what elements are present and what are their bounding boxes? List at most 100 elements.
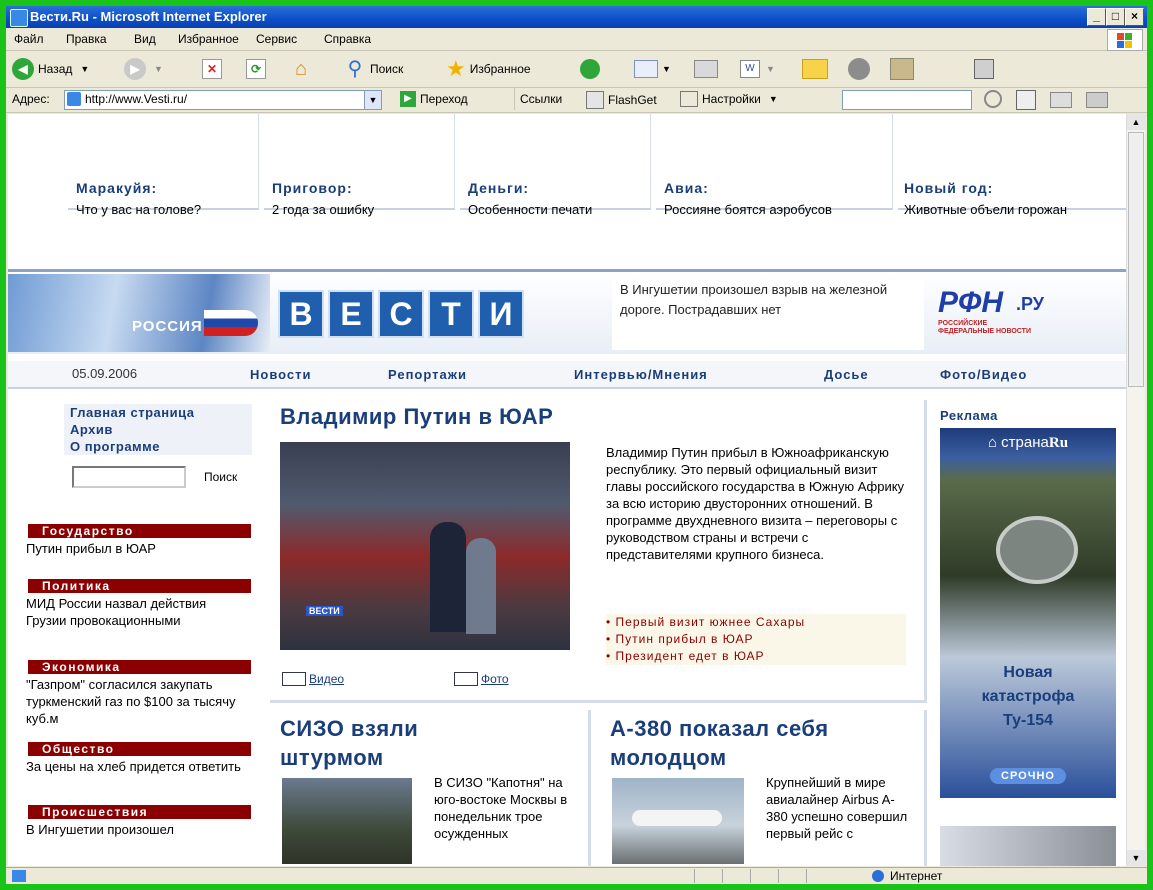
section-head-society[interactable]: Общество (28, 742, 251, 756)
section-text-state[interactable]: Путин прибыл в ЮАР (26, 540, 252, 557)
story-headline-2[interactable]: молодцом (610, 743, 727, 772)
russia-logo[interactable]: РОССИЯ (8, 274, 270, 352)
toolbar-search-input[interactable] (842, 90, 972, 110)
story-headline-2[interactable]: штурмом (280, 743, 384, 772)
site-search-button[interactable]: Поиск (204, 470, 237, 484)
teaser-head[interactable]: Новый год: (904, 180, 993, 196)
bullet-link[interactable]: • Президент едет в ЮАР (606, 648, 906, 665)
favorites-button[interactable]: ★ Избранное (446, 56, 531, 82)
chevron-down-icon[interactable]: ▼ (662, 64, 671, 74)
section-text-politics[interactable]: МИД России назвал действия Грузии провок… (26, 595, 216, 629)
section-text-economy[interactable]: "Газпром" согласился закупать туркменски… (26, 676, 252, 727)
teaser-head[interactable]: Авиа: (664, 180, 709, 196)
section-text-incidents[interactable]: В Ингушетии произошел (26, 821, 252, 838)
teaser-item[interactable]: Деньги: Особенности печати (460, 114, 651, 217)
messenger-button[interactable] (848, 56, 870, 82)
search-button[interactable]: ⚲ Поиск (344, 56, 404, 82)
archive-link[interactable]: Архив (64, 421, 252, 438)
menu-favorites[interactable]: Избранное (178, 32, 239, 46)
teaser-head[interactable]: Деньги: (468, 180, 529, 196)
teaser-text[interactable]: Животные объели горожан (904, 202, 1067, 217)
maximize-button[interactable]: □ (1106, 8, 1125, 26)
section-text-society[interactable]: За цены на хлеб придется ответить (26, 758, 252, 775)
bullet-link[interactable]: • Путин прибыл в ЮАР (606, 631, 906, 648)
photo-link[interactable]: Фото (454, 672, 509, 686)
section-head-politics[interactable]: Политика (28, 579, 251, 593)
section-head-economy[interactable]: Экономика (28, 660, 251, 674)
video-label[interactable]: Видео (309, 672, 344, 686)
teaser-text[interactable]: Особенности печати (468, 202, 592, 217)
grid-icon[interactable] (1016, 90, 1036, 110)
mail-button[interactable]: ▼ (634, 56, 671, 82)
bullet-text[interactable]: Первый визит южнее Сахары (616, 615, 806, 629)
edit-button[interactable]: W ▼ (740, 56, 775, 82)
chevron-down-icon[interactable]: ▼ (80, 64, 89, 74)
refresh-button[interactable]: ⟳ (246, 56, 266, 82)
forward-button[interactable]: ▶ ▼ (124, 56, 163, 82)
links-label[interactable]: Ссылки (520, 92, 562, 106)
vesti-logo[interactable]: В Е С Т И (278, 290, 524, 338)
scroll-up-icon[interactable]: ▲ (1127, 114, 1145, 130)
chevron-down-icon[interactable]: ▼ (769, 94, 778, 104)
home-link[interactable]: Главная страница (64, 404, 252, 421)
printer-icon[interactable] (1086, 92, 1108, 108)
home-button[interactable]: ⌂ (290, 56, 312, 82)
teaser-text[interactable]: Что у вас на голове? (76, 202, 201, 217)
scroll-thumb[interactable] (1128, 132, 1144, 387)
story-headline[interactable]: СИЗО взяли (280, 714, 418, 743)
window-icon[interactable] (1050, 92, 1072, 108)
story-headline[interactable]: A-380 показал себя (610, 714, 829, 743)
nav-interviews[interactable]: Интервью/Мнения (574, 367, 708, 382)
teaser-head[interactable]: Приговор: (272, 180, 353, 196)
chevron-down-icon[interactable]: ▼ (766, 64, 775, 74)
close-button[interactable]: × (1125, 8, 1144, 26)
settings-button[interactable]: Настройки ▼ (680, 91, 778, 107)
menu-edit[interactable]: Правка (66, 32, 107, 46)
section-head-incidents[interactable]: Происшествия (28, 805, 251, 819)
extra-button[interactable] (974, 56, 994, 82)
bullet-text[interactable]: Путин прибыл в ЮАР (616, 632, 754, 646)
rfn-logo[interactable]: РФН .РУ РОССИЙСКИЕ ФЕДЕРАЛЬНЫЕ НОВОСТИ (938, 286, 1088, 338)
print-button[interactable] (694, 56, 718, 82)
menu-file[interactable]: Файл (14, 32, 44, 46)
teaser-item[interactable]: Авиа: Россияне боятся аэробусов (656, 114, 893, 217)
address-field[interactable]: http://www.Vesti.ru/ ▼ (64, 90, 382, 110)
menu-tools[interactable]: Сервис (256, 32, 297, 46)
flashget-button[interactable]: FlashGet (586, 91, 657, 109)
chevron-down-icon[interactable]: ▼ (364, 91, 381, 109)
go-button[interactable]: ▶ Переход (400, 91, 468, 107)
about-link[interactable]: О программе (64, 438, 252, 455)
main-photo[interactable]: ВЕСТИ (280, 442, 570, 650)
teaser-item[interactable]: Маракуйя: Что у вас на голове? (68, 114, 259, 217)
teaser-text[interactable]: Россияне боятся аэробусов (664, 202, 832, 217)
chevron-down-icon[interactable]: ▼ (154, 64, 163, 74)
video-link[interactable]: Видео (282, 672, 344, 686)
ad-thumb[interactable] (940, 826, 1116, 866)
folder-button[interactable] (802, 56, 828, 82)
magnifier-icon[interactable] (984, 90, 1002, 108)
bullet-text[interactable]: Президент едет в ЮАР (616, 649, 765, 663)
bullet-link[interactable]: • Первый визит южнее Сахары (606, 614, 906, 631)
nav-photo-video[interactable]: Фото/Видео (940, 367, 1027, 382)
menu-help[interactable]: Справка (324, 32, 371, 46)
ad-urgent-button[interactable]: СРОЧНО (990, 768, 1066, 784)
stop-button[interactable]: ✕ (202, 56, 222, 82)
news-ticker[interactable]: В Ингушетии произошел взрыв на железной … (612, 280, 924, 350)
teaser-item[interactable]: Новый год: Животные объели горожан (898, 114, 1127, 217)
scroll-down-icon[interactable]: ▼ (1127, 850, 1145, 866)
site-search-input[interactable] (72, 466, 186, 488)
main-headline[interactable]: Владимир Путин в ЮАР (280, 402, 553, 431)
minimize-button[interactable]: _ (1087, 8, 1106, 26)
section-head-state[interactable]: Государство (28, 524, 251, 538)
research-button[interactable] (890, 56, 914, 82)
nav-dossier[interactable]: Досье (824, 367, 869, 382)
teaser-text[interactable]: 2 года за ошибку (272, 202, 374, 217)
teaser-head[interactable]: Маракуйя: (76, 180, 157, 196)
media-button[interactable] (580, 56, 600, 82)
teaser-item[interactable]: Приговор: 2 года за ошибку (264, 114, 455, 217)
vertical-scrollbar[interactable]: ▲ ▼ (1126, 114, 1145, 866)
ad-banner[interactable]: ⌂ странаRu Новая катастрофа Ту-154 СРОЧН… (940, 428, 1116, 798)
story-photo[interactable] (612, 778, 744, 864)
photo-label[interactable]: Фото (481, 672, 509, 686)
nav-news[interactable]: Новости (250, 367, 312, 382)
